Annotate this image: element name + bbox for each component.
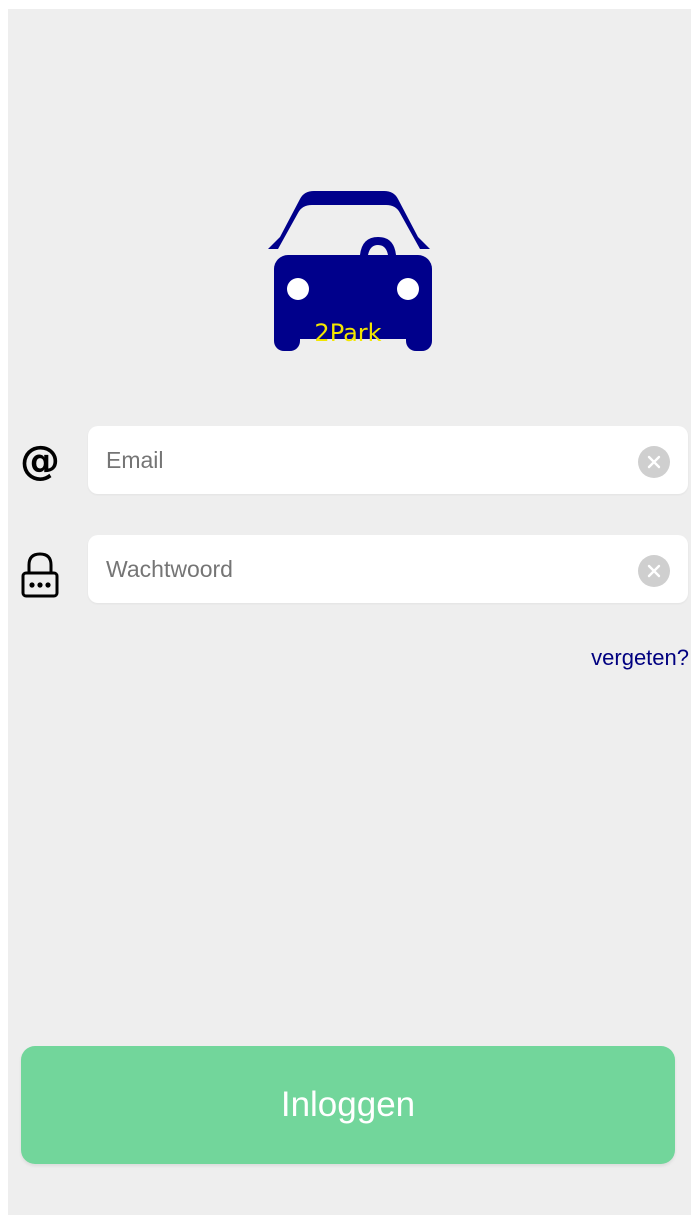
- login-screen: 2Park @ vergeten? Inloggen: [8, 9, 691, 1215]
- password-field-container[interactable]: [88, 535, 688, 603]
- clear-email-button[interactable]: [638, 446, 670, 478]
- at-icon: @: [20, 438, 60, 484]
- email-field-container[interactable]: [88, 426, 688, 494]
- close-icon: [647, 564, 661, 578]
- clear-password-button[interactable]: [638, 555, 670, 587]
- lock-icon: [12, 547, 68, 603]
- app-logo: 2Park: [260, 189, 436, 359]
- login-button[interactable]: Inloggen: [21, 1046, 675, 1164]
- close-icon: [647, 455, 661, 469]
- email-input[interactable]: [106, 426, 626, 494]
- logo-text: 2Park: [314, 319, 382, 347]
- forgot-password-link[interactable]: vergeten?: [591, 645, 689, 671]
- password-input[interactable]: [106, 535, 626, 603]
